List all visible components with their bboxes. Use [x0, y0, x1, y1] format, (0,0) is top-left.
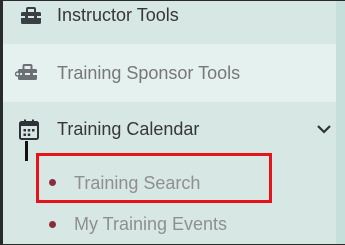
nav-item-training-calendar[interactable]: Training Calendar: [3, 102, 339, 158]
bullet-icon: [49, 221, 56, 228]
sidebar-nav: Instructor Tools Training Sponsor Tools: [3, 1, 339, 244]
toolbox-icon: [21, 7, 41, 24]
chevron-down-icon[interactable]: [315, 122, 333, 138]
nav-item-label: Instructor Tools: [57, 5, 179, 25]
toolbox-icon: [15, 64, 37, 80]
nav-subitem-my-training-events[interactable]: My Training Events: [3, 207, 339, 244]
screenshot-frame: Instructor Tools Training Sponsor Tools: [0, 0, 345, 245]
nav-subitem-label: My Training Events: [74, 214, 228, 234]
annotation-highlight-box: [36, 153, 272, 203]
nav-item-training-sponsor-tools[interactable]: Training Sponsor Tools: [3, 44, 339, 102]
nav-item-instructor-tools[interactable]: Instructor Tools: [3, 1, 339, 41]
nav-item-label: Training Sponsor Tools: [57, 63, 241, 83]
calendar-icon: [19, 119, 39, 140]
sidebar-edge: [336, 1, 345, 244]
nav-item-label: Training Calendar: [57, 119, 200, 139]
